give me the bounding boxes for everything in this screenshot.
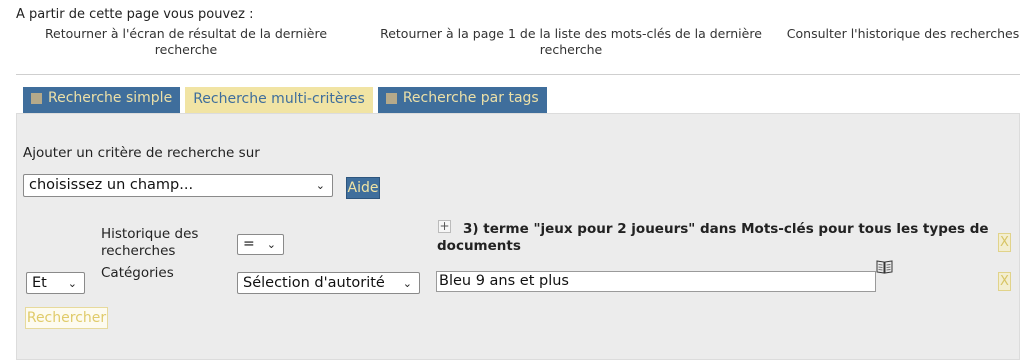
category-value-input[interactable]: Bleu 9 ans et plus [436, 271, 876, 292]
tab-tag-search[interactable]: Recherche par tags [377, 87, 547, 113]
chevron-down-icon: ⌄ [266, 238, 276, 251]
criterion-label-history: Historique des recherches [101, 226, 199, 259]
chevron-down-icon: ⌄ [67, 277, 77, 290]
link-back-to-keyword-list[interactable]: Retourner à la page 1 de la liste des mo… [361, 26, 781, 58]
search-tabs: Recherche simple Recherche multi-critère… [23, 87, 547, 113]
tab-tag-search-label: Recherche par tags [402, 90, 539, 106]
square-icon [385, 93, 397, 104]
history-term-text: 3) terme "jeux pour 2 joueurs" dans Mots… [437, 221, 989, 254]
divider [16, 74, 1020, 75]
remove-criterion-button[interactable]: X [998, 272, 1011, 291]
criterion-label-categories: Catégories [101, 265, 174, 281]
book-icon[interactable] [876, 259, 893, 278]
connector-select[interactable]: Et ⌄ [26, 272, 85, 294]
search-button[interactable]: Rechercher [25, 307, 108, 329]
add-criterion-label: Ajouter un critère de recherche sur [23, 145, 260, 161]
chevron-down-icon: ⌄ [315, 179, 325, 192]
tab-simple-search[interactable]: Recherche simple [23, 87, 181, 113]
tab-simple-search-label: Recherche simple [48, 90, 173, 106]
help-button[interactable]: Aide [346, 177, 380, 199]
operator-select[interactable]: = ⌄ [237, 234, 284, 255]
tab-multi-criteria-search[interactable]: Recherche multi-critères [185, 87, 373, 113]
authority-operator-select[interactable]: Sélection d'autorité ⌄ [237, 272, 420, 294]
field-select[interactable]: choisissez un champ... ⌄ [23, 174, 333, 197]
chevron-down-icon: ⌄ [402, 277, 412, 290]
connector-value: Et [32, 275, 47, 291]
field-select-value: choisissez un champ... [29, 177, 194, 193]
link-search-history[interactable]: Consulter l'historique des recherches [786, 26, 1020, 42]
link-back-to-results[interactable]: Retourner à l'écran de résultat de la de… [16, 26, 356, 58]
square-icon [31, 93, 42, 104]
intro-text: A partir de cette page vous pouvez : [16, 7, 254, 22]
remove-criterion-button[interactable]: X [998, 233, 1011, 252]
operator-value: = [243, 236, 255, 252]
tab-multi-criteria-label: Recherche multi-critères [193, 91, 365, 107]
authority-operator-value: Sélection d'autorité [243, 275, 385, 291]
